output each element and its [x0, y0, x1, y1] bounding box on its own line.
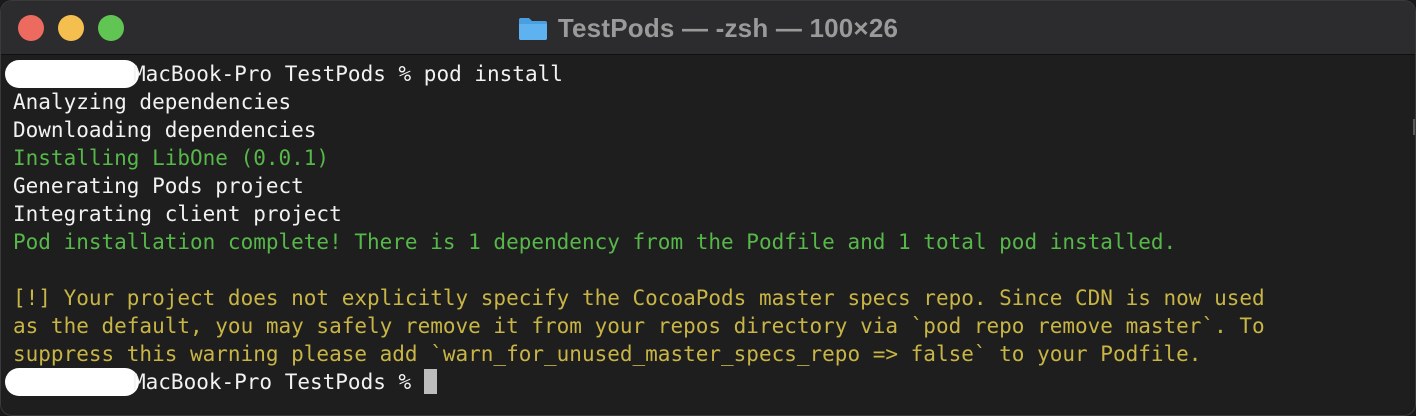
output-line: Integrating client project [13, 202, 342, 226]
terminal-window: TestPods — -zsh — 100×26 MacBook-Pro Tes… [0, 0, 1416, 416]
output-line-success: Pod installation complete! There is 1 de… [13, 230, 1177, 254]
prompt-text: MacBook-Pro TestPods % [133, 62, 424, 86]
title-container: TestPods — -zsh — 100×26 [1, 1, 1415, 55]
scrollbar-indicator[interactable] [1413, 119, 1415, 135]
output-line: Generating Pods project [13, 174, 304, 198]
redacted-username [5, 60, 139, 88]
title-bar[interactable]: TestPods — -zsh — 100×26 [1, 1, 1415, 55]
warning-line: suppress this warning please add `warn_f… [13, 342, 1202, 366]
prompt-line: MacBook-Pro TestPods % pod install [5, 60, 1403, 88]
warning-line: [!] Your project does not explicitly spe… [13, 286, 1265, 310]
output-line: Analyzing dependencies [13, 90, 292, 114]
redacted-username [5, 368, 139, 396]
prompt-text: MacBook-Pro TestPods % [133, 370, 424, 394]
prompt-line[interactable]: MacBook-Pro TestPods % [5, 368, 1403, 396]
output-line-success: Installing LibOne (0.0.1) [13, 146, 330, 170]
command-text: pod install [423, 62, 563, 86]
window-title: TestPods — -zsh — 100×26 [557, 12, 899, 43]
output-line: Downloading dependencies [13, 118, 317, 142]
folder-icon [518, 15, 548, 41]
warning-line: as the default, you may safely remove it… [13, 314, 1265, 338]
terminal-output[interactable]: MacBook-Pro TestPods % pod install Analy… [1, 55, 1415, 415]
text-cursor [423, 369, 437, 394]
